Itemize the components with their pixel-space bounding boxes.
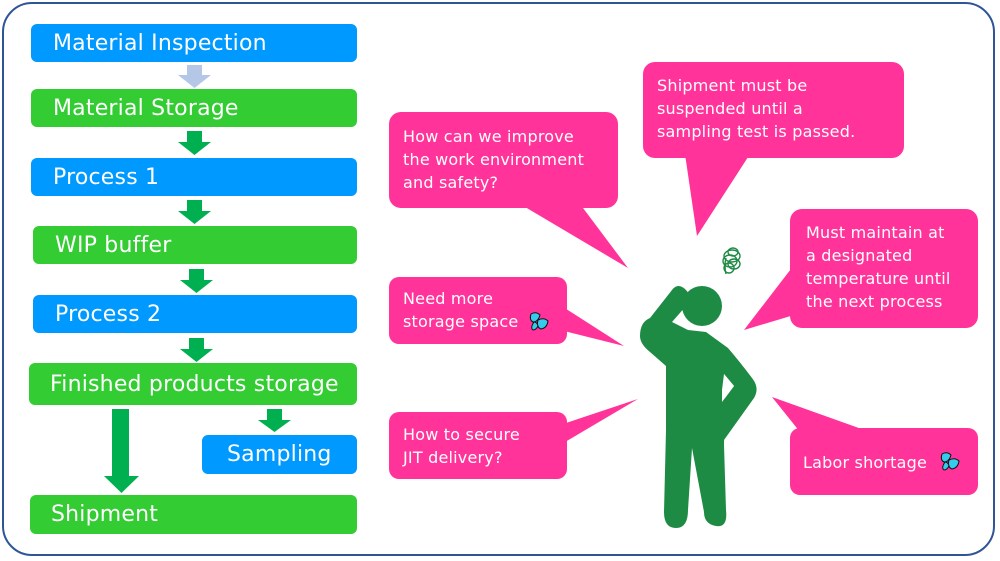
arrow-wip-to-process2	[180, 269, 213, 293]
step-finished-products-storage[interactable]: Finished products storage	[29, 363, 357, 405]
bubble-labor-shortage-text: Labor shortage	[803, 453, 928, 472]
arrow-inspection-to-storage	[178, 65, 211, 88]
bubble-storage-space-text: Need more storage space	[403, 289, 519, 331]
step-process-2[interactable]: Process 2	[33, 295, 357, 333]
bubble-jit-delivery-text: How to secure JIT delivery?	[403, 425, 520, 467]
worried-person-figure	[640, 286, 757, 528]
bubble-temperature-text: Must maintain at a designated temperatur…	[806, 223, 951, 311]
confused-scribble-icon	[722, 247, 741, 275]
arrow-storage-to-process1	[178, 131, 211, 155]
step-label: Finished products storage	[50, 371, 339, 397]
step-material-storage[interactable]: Material Storage	[31, 89, 357, 127]
arrow-finished-to-sampling	[258, 409, 291, 432]
bubble-shipment-suspended-text: Shipment must be suspended until a sampl…	[657, 76, 856, 141]
step-label: Sampling	[227, 442, 332, 467]
step-label: Process 2	[55, 301, 162, 327]
arrow-finished-to-shipment	[104, 409, 139, 493]
bubble-labor-shortage	[772, 397, 978, 495]
person-head	[682, 286, 722, 326]
bubble-work-environment-text: How can we improve the work environment …	[403, 127, 585, 192]
step-process-1[interactable]: Process 1	[31, 158, 357, 196]
arrow-process2-to-finished	[180, 338, 213, 362]
step-sampling[interactable]: Sampling	[202, 435, 357, 474]
step-label: WIP buffer	[55, 232, 172, 258]
arrow-process1-to-wip	[178, 200, 211, 224]
step-shipment[interactable]: Shipment	[30, 495, 357, 534]
step-wip-buffer[interactable]: WIP buffer	[33, 226, 357, 264]
step-label: Process 1	[53, 164, 160, 190]
step-label: Shipment	[51, 502, 159, 527]
step-label: Material Inspection	[53, 30, 267, 56]
step-label: Material Storage	[53, 95, 239, 121]
step-material-inspection[interactable]: Material Inspection	[31, 24, 357, 62]
